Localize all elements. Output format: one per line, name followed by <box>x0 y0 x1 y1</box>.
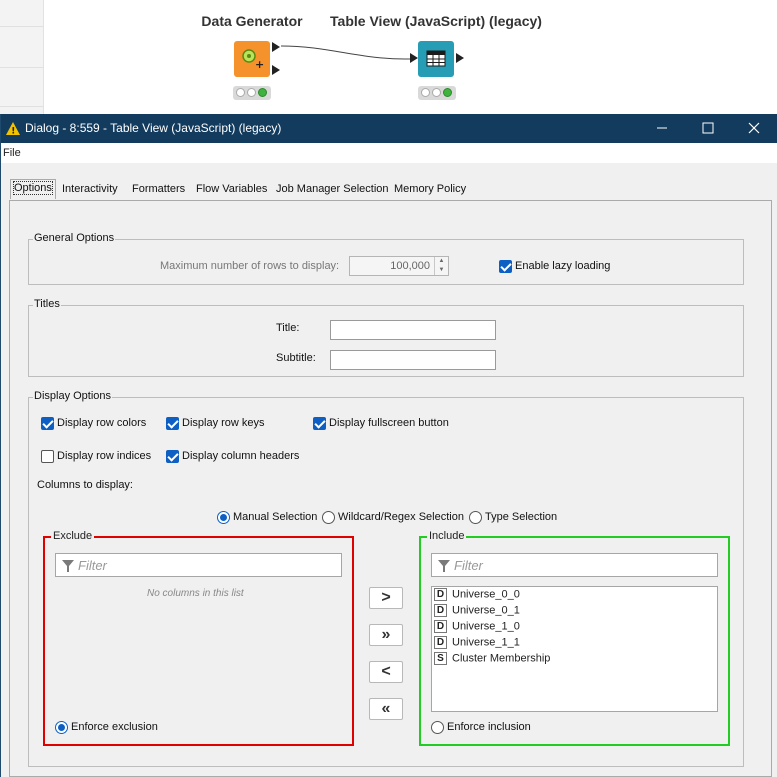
columns-to-display-label: Columns to display: <box>37 479 133 491</box>
output-port-2[interactable] <box>272 65 280 75</box>
svg-text:+: + <box>255 58 264 71</box>
row-colors-label: Display row colors <box>57 417 147 429</box>
column-headers-label: Display column headers <box>182 450 300 462</box>
move-all-left-button[interactable]: « <box>369 698 403 720</box>
general-options-group: General Options Maximum number of rows t… <box>28 232 744 285</box>
list-item[interactable]: D Universe_0_0 <box>434 588 520 604</box>
wildcard-selection-label: Wildcard/Regex Selection <box>338 511 464 523</box>
minimize-button[interactable] <box>639 114 685 143</box>
subtitle-input[interactable] <box>330 350 496 370</box>
move-right-button[interactable]: > <box>369 587 403 609</box>
enforce-exclusion-label: Enforce exclusion <box>71 721 158 733</box>
spinner-arrows-icon[interactable]: ▲ ▼ <box>434 257 448 275</box>
titles-legend: Titles <box>33 298 61 310</box>
general-options-legend: General Options <box>33 232 116 244</box>
manual-selection-radio[interactable] <box>217 511 230 524</box>
knime-warning-icon: ! <box>6 122 20 137</box>
tab-bar: Options Interactivity Formatters Flow Va… <box>1 163 777 199</box>
data-generator-icon[interactable]: + <box>234 41 270 77</box>
fullscreen-button-label: Display fullscreen button <box>329 417 449 429</box>
node-title-data-generator: Data Generator <box>201 13 303 29</box>
node-status-data-generator <box>233 86 271 100</box>
double-type-icon: D <box>434 636 447 649</box>
list-item[interactable]: S Cluster Membership <box>434 652 550 668</box>
title-input[interactable] <box>330 320 496 340</box>
max-rows-label: Maximum number of rows to display: <box>160 260 340 272</box>
table-view-output-port[interactable] <box>456 53 464 63</box>
enforce-exclusion-radio[interactable] <box>55 721 68 734</box>
workflow-canvas[interactable]: Data Generator + Table View (JavaScript)… <box>0 0 777 114</box>
dialog-window: ! Dialog - 8:559 - Table View (JavaScrip… <box>0 114 777 777</box>
output-port-1[interactable] <box>272 42 280 52</box>
enforce-inclusion-radio[interactable] <box>431 721 444 734</box>
exclude-filter-placeholder: Filter <box>78 558 107 573</box>
wildcard-selection-radio[interactable] <box>322 511 335 524</box>
double-type-icon: D <box>434 604 447 617</box>
move-left-button[interactable]: < <box>369 661 403 683</box>
double-type-icon: D <box>434 620 447 633</box>
svg-text:!: ! <box>11 127 15 137</box>
tab-formatters[interactable]: Formatters <box>129 181 188 199</box>
tab-job-manager-selection[interactable]: Job Manager Selection <box>273 181 392 199</box>
display-options-group: Display Options Display row colors Displ… <box>28 390 744 767</box>
display-options-legend: Display Options <box>33 390 113 402</box>
tab-options[interactable]: Options <box>10 179 56 199</box>
lazy-loading-label: Enable lazy loading <box>515 260 611 272</box>
dialog-titlebar[interactable]: ! Dialog - 8:559 - Table View (JavaScrip… <box>1 114 777 143</box>
type-selection-label: Type Selection <box>485 511 558 523</box>
max-rows-spinner[interactable]: 100,000 ▲ ▼ <box>349 256 449 276</box>
input-port[interactable] <box>410 53 418 63</box>
table-view-icon[interactable] <box>418 41 454 77</box>
menu-file[interactable]: File <box>3 147 21 159</box>
type-selection-radio[interactable] <box>469 511 482 524</box>
enforce-inclusion-label: Enforce inclusion <box>447 721 531 733</box>
exclude-filter-input[interactable]: Filter <box>55 553 342 577</box>
tab-interactivity[interactable]: Interactivity <box>59 181 121 199</box>
include-column-list[interactable]: D Universe_0_0 D Universe_0_1 D Universe_1_… <box>431 586 718 712</box>
column-headers-checkbox[interactable] <box>166 450 179 463</box>
max-rows-value: 100,000 <box>390 260 430 272</box>
filter-icon <box>438 560 450 572</box>
title-label: Title: <box>276 322 300 334</box>
menu-bar: File <box>1 143 777 163</box>
exclude-panel: Exclude Filter No columns in this list E… <box>43 530 354 746</box>
titles-group: Titles Title: Subtitle: <box>28 298 744 377</box>
include-panel: Include Filter D Universe_0_0 D Universe_0… <box>419 530 730 746</box>
subtitle-label: Subtitle: <box>276 352 316 364</box>
list-item[interactable]: D Universe_0_1 <box>434 604 520 620</box>
dialog-title: Dialog - 8:559 - Table View (JavaScript)… <box>25 121 282 135</box>
row-colors-checkbox[interactable] <box>41 417 54 430</box>
options-panel: General Options Maximum number of rows t… <box>9 200 772 777</box>
string-type-icon: S <box>434 652 447 665</box>
include-legend: Include <box>427 530 467 542</box>
manual-selection-label: Manual Selection <box>233 511 318 523</box>
maximize-button[interactable] <box>685 114 731 143</box>
exclude-legend: Exclude <box>51 530 95 542</box>
close-button[interactable] <box>731 114 777 143</box>
move-all-right-button[interactable]: » <box>369 624 403 646</box>
row-indices-label: Display row indices <box>57 450 152 462</box>
include-filter-placeholder: Filter <box>454 558 483 573</box>
row-indices-checkbox[interactable] <box>41 450 54 463</box>
list-item[interactable]: D Universe_1_0 <box>434 620 520 636</box>
lazy-loading-checkbox[interactable] <box>499 260 512 273</box>
fullscreen-button-checkbox[interactable] <box>313 417 326 430</box>
node-title-table-view: Table View (JavaScript) (legacy) <box>330 13 542 29</box>
include-filter-input[interactable]: Filter <box>431 553 718 577</box>
exclude-empty-message: No columns in this list <box>147 588 244 599</box>
tab-memory-policy[interactable]: Memory Policy <box>391 181 469 199</box>
filter-icon <box>62 560 74 572</box>
row-keys-checkbox[interactable] <box>166 417 179 430</box>
double-type-icon: D <box>434 588 447 601</box>
row-keys-label: Display row keys <box>182 417 265 429</box>
list-item[interactable]: D Universe_1_1 <box>434 636 520 652</box>
node-status-table-view <box>418 86 456 100</box>
tab-flow-variables[interactable]: Flow Variables <box>193 181 270 199</box>
